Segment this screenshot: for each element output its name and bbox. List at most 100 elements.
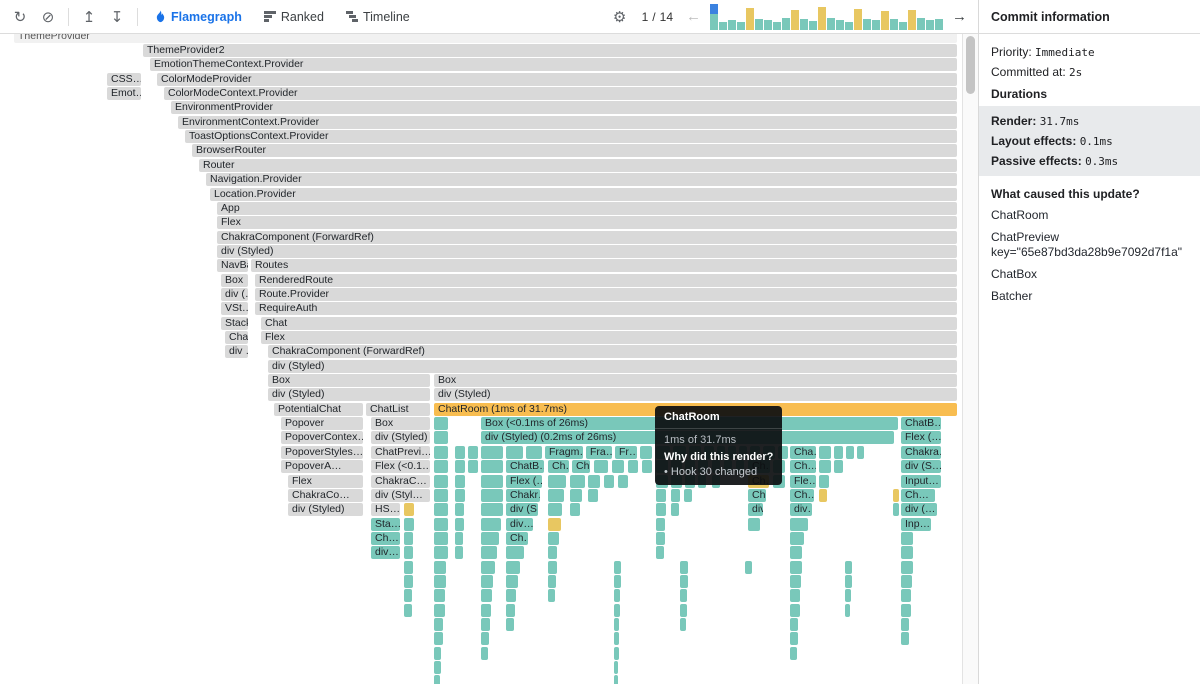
flame-bar-requireauth[interactable]: RequireAuth — [255, 302, 957, 316]
flame-bar[interactable] — [750, 445, 760, 459]
flame-bar[interactable] — [680, 560, 688, 574]
flame-bar[interactable] — [656, 445, 670, 459]
flame-bar[interactable] — [790, 603, 800, 617]
flame-bar[interactable] — [790, 632, 798, 646]
commit-bar[interactable] — [746, 4, 754, 30]
flame-bar-div-s[interactable]: div (S… — [901, 460, 941, 474]
flame-bar-ch[interactable]: Ch… — [748, 474, 769, 488]
commit-bar[interactable] — [845, 4, 853, 30]
flame-bar[interactable] — [614, 589, 620, 603]
flame-bar-chakrac[interactable]: ChakraC… — [371, 474, 430, 488]
flame-bar-chakraco[interactable]: ChakraCo… — [288, 488, 363, 502]
flame-bar-div-styled-0-2ms-of-26ms[interactable]: div (Styled) (0.2ms of 26ms) — [481, 431, 894, 445]
tab-ranked[interactable]: Ranked — [255, 6, 333, 28]
flame-bar[interactable] — [893, 503, 899, 517]
flame-bar-routes[interactable]: Routes — [251, 259, 957, 273]
flame-bar-ch[interactable]: Ch… — [790, 488, 814, 502]
flame-bar[interactable] — [404, 517, 414, 531]
flame-bar[interactable] — [614, 632, 619, 646]
flame-bar[interactable] — [728, 445, 736, 459]
flame-bar[interactable] — [680, 603, 687, 617]
flame-bar-ch[interactable]: Ch… — [748, 488, 766, 502]
flame-bar-flex[interactable]: Flex — [217, 216, 957, 230]
flame-bar[interactable] — [685, 474, 695, 488]
flame-bar[interactable] — [468, 445, 478, 459]
flame-bar[interactable] — [434, 474, 448, 488]
commit-bar[interactable] — [737, 4, 745, 30]
flame-bar[interactable] — [893, 488, 899, 502]
flame-bar-div-s[interactable]: div (S… — [506, 503, 538, 517]
flame-bar[interactable] — [481, 531, 499, 545]
import-profile-icon[interactable]: ↥ — [77, 5, 101, 29]
commit-bar[interactable] — [728, 4, 736, 30]
flame-bar-chakracomponent-forwardref[interactable]: ChakraComponent (ForwardRef) — [217, 230, 957, 244]
flame-bar[interactable] — [671, 488, 680, 502]
flame-bar[interactable] — [434, 546, 448, 560]
flame-bar-ch[interactable]: Ch… — [748, 460, 770, 474]
flame-bar[interactable] — [434, 488, 448, 502]
flame-bar[interactable] — [689, 445, 701, 459]
flame-bar-div[interactable]: div… — [371, 546, 400, 560]
flame-bar[interactable] — [712, 460, 720, 474]
flame-bar[interactable] — [434, 646, 441, 660]
flame-bar-colormodecontext-provider[interactable]: ColorModeContext.Provider — [164, 87, 957, 101]
flame-bar-chatprevi[interactable]: ChatPrevi… — [371, 445, 430, 459]
commit-bar[interactable] — [755, 4, 763, 30]
flame-bar-renderedroute[interactable]: RenderedRoute — [255, 273, 957, 287]
flame-bar[interactable] — [434, 560, 446, 574]
clear-profile-icon[interactable]: ⊘ — [36, 5, 60, 29]
flame-bar[interactable] — [594, 460, 608, 474]
flame-bar-browserrouter[interactable]: BrowserRouter — [192, 144, 957, 158]
flame-bar[interactable] — [404, 574, 413, 588]
flame-bar[interactable] — [717, 445, 725, 459]
tab-flamegraph[interactable]: Flamegraph — [146, 6, 251, 28]
flame-bar[interactable] — [739, 445, 747, 459]
export-profile-icon[interactable]: ↧ — [105, 5, 129, 29]
flame-bar[interactable] — [680, 589, 687, 603]
cause-item-chatpreview[interactable]: ChatPreview key="65e87bd3da28b9e7092d7f1a… — [979, 226, 1200, 263]
flame-bar[interactable] — [455, 474, 465, 488]
flame-bar-navigation-provider[interactable]: Navigation.Provider — [206, 173, 957, 187]
flame-bar[interactable] — [481, 589, 492, 603]
flame-bar[interactable] — [434, 618, 443, 631]
flame-bar-popoverstyles[interactable]: PopoverStyles… — [281, 445, 363, 459]
flame-bar-navbar[interactable]: NavBar — [217, 259, 248, 273]
flame-bar-popovera[interactable]: PopoverA… — [281, 460, 363, 474]
previous-commit-icon[interactable]: ← — [683, 8, 704, 25]
flame-bar-chatb[interactable]: ChatB… — [506, 460, 544, 474]
commit-bar-selected[interactable] — [710, 3, 718, 30]
flame-bar-box[interactable]: Box — [268, 374, 430, 388]
flame-bar-themeprovider[interactable]: ThemeProvider — [14, 34, 957, 43]
flame-bar-ch[interactable]: Ch… — [506, 531, 528, 545]
flame-bar-div[interactable]: div… — [506, 517, 533, 531]
flame-bar[interactable] — [434, 574, 446, 588]
flame-bar[interactable] — [901, 574, 912, 588]
flame-bar-vst[interactable]: VSt… — [221, 302, 248, 316]
commit-bar[interactable] — [791, 4, 799, 30]
flame-bar[interactable] — [434, 661, 441, 675]
flame-bar-ch[interactable]: Ch… — [790, 460, 816, 474]
cause-item-chatroom[interactable]: ChatRoom — [979, 204, 1200, 226]
flame-bar[interactable] — [481, 646, 488, 660]
flame-bar[interactable] — [481, 546, 497, 560]
commit-bar[interactable] — [809, 4, 817, 30]
flame-bar[interactable] — [790, 546, 802, 560]
flame-bar-div-styled[interactable]: div (Styled) — [268, 359, 957, 373]
flame-bar-chatb[interactable]: ChatB… — [901, 417, 941, 431]
commit-bar[interactable] — [818, 4, 826, 30]
flame-bar[interactable] — [698, 474, 706, 488]
commit-bar[interactable] — [881, 4, 889, 30]
flame-bar[interactable] — [790, 646, 797, 660]
flame-bar[interactable] — [434, 589, 445, 603]
flame-bar-popover[interactable]: Popover — [281, 417, 363, 431]
flame-bar-hs[interactable]: HS… — [371, 503, 400, 517]
flame-bar-inp[interactable]: Inp… — [901, 517, 931, 531]
flame-bar-chatroom-1ms-of-31-7ms[interactable]: ChatRoom (1ms of 31.7ms) — [434, 402, 957, 416]
flame-bar[interactable] — [481, 503, 503, 517]
flame-bar-toastoptionscontext-provider[interactable]: ToastOptionsContext.Provider — [185, 130, 957, 144]
flame-bar[interactable] — [481, 488, 503, 502]
flame-bar[interactable] — [614, 646, 619, 660]
flame-bar[interactable] — [846, 445, 854, 459]
commit-bar[interactable] — [782, 4, 790, 30]
flame-bar[interactable] — [845, 560, 852, 574]
